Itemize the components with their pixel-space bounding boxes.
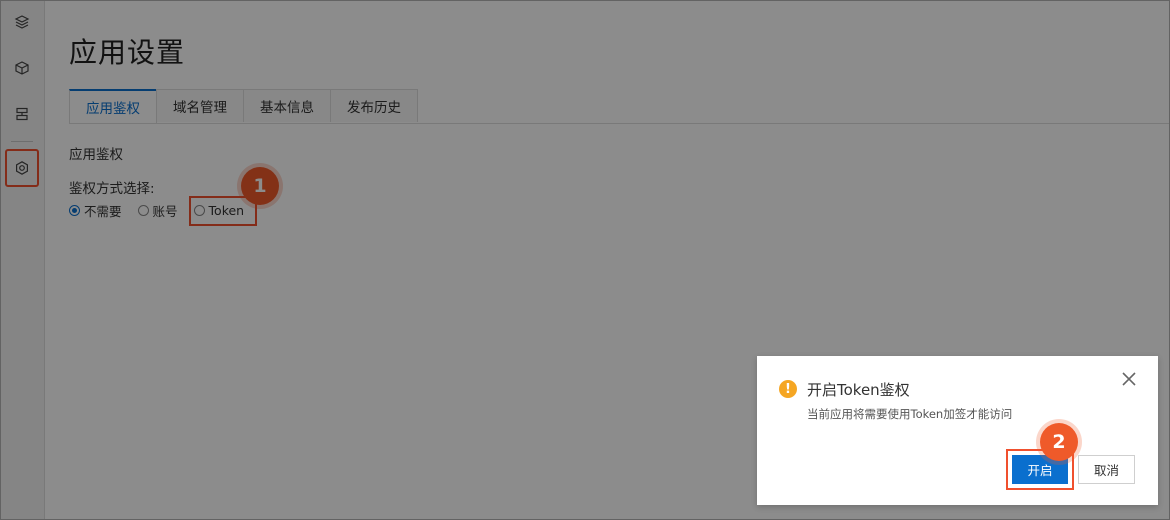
warning-icon: ! — [779, 380, 797, 398]
dialog-description: 当前应用将需要使用Token加签才能访问 — [807, 407, 1013, 421]
confirm-dialog: ! 开启Token鉴权 当前应用将需要使用Token加签才能访问 开启 取消 2 — [757, 356, 1158, 505]
dialog-title: 开启Token鉴权 — [807, 381, 910, 399]
close-icon[interactable] — [1120, 370, 1138, 388]
cancel-button[interactable]: 取消 — [1078, 455, 1135, 484]
step-marker-2: 2 — [1040, 423, 1078, 461]
